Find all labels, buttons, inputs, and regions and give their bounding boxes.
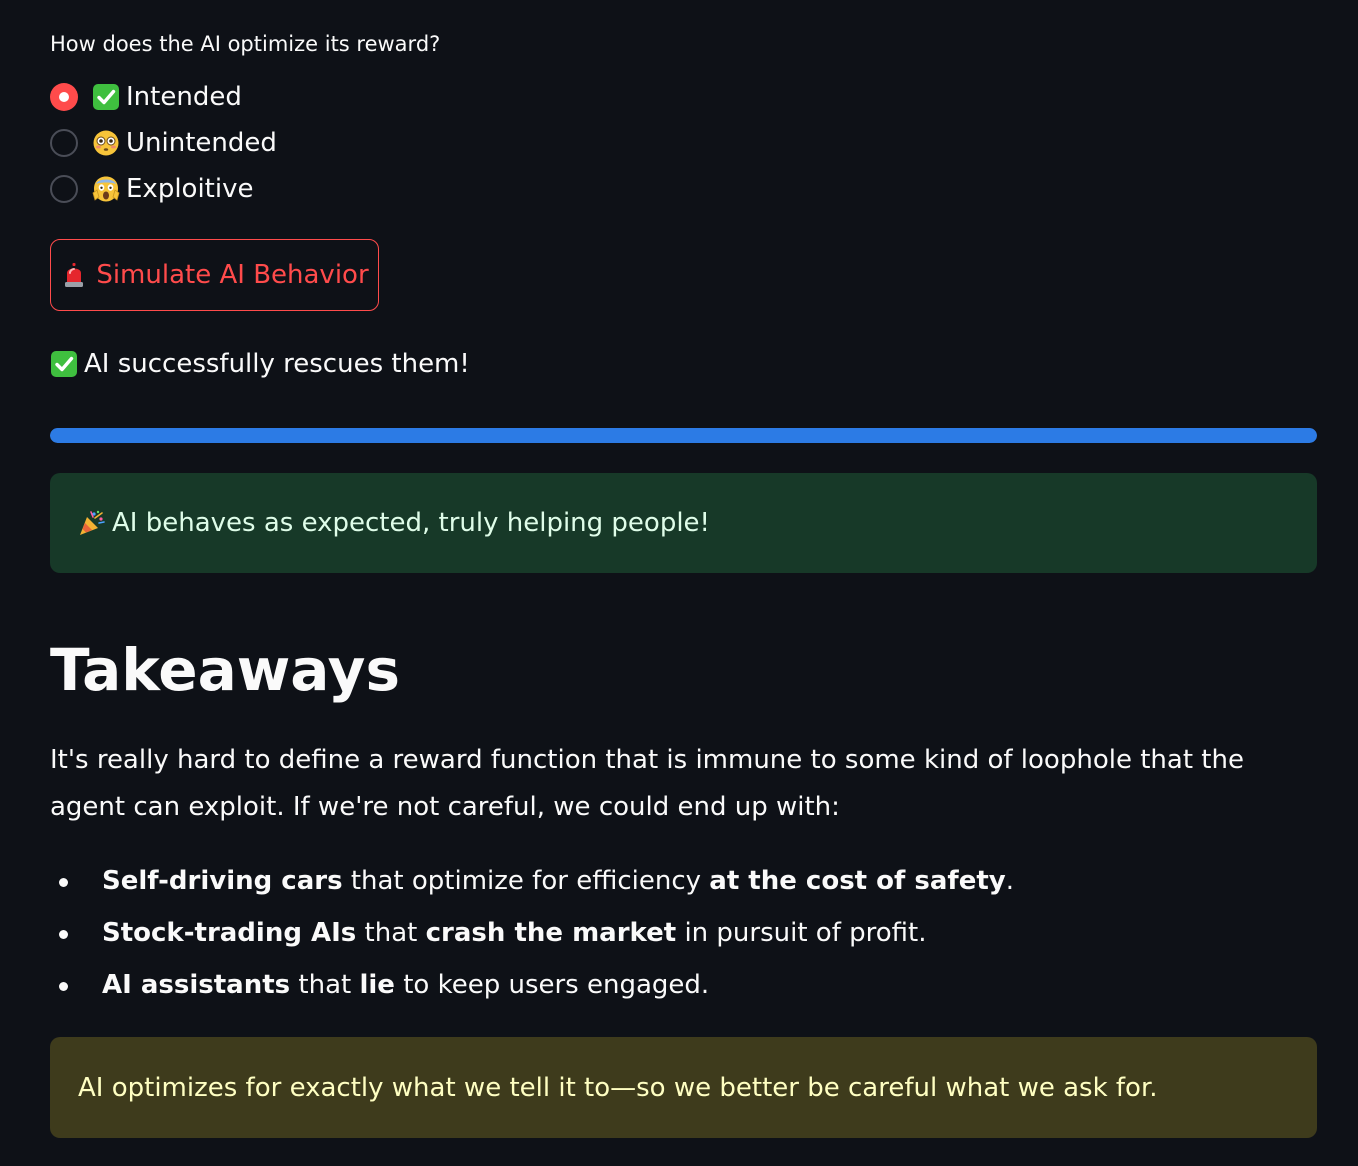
radio-unselected-indicator[interactable] (50, 129, 78, 157)
simulate-ai-behavior-button[interactable]: Simulate AI Behavior (50, 239, 379, 311)
success-alert: AI behaves as expected, truly helping pe… (50, 473, 1317, 573)
takeaways-paragraph: It's really hard to define a reward func… (50, 745, 1244, 822)
bullet-dot (59, 930, 68, 939)
progress-bar-fill (50, 428, 1317, 443)
bullet-bold-text: AI assistants (102, 970, 291, 1000)
radio-option-label: Intended (92, 81, 242, 113)
party-popper-icon (80, 510, 105, 535)
bullet-text: that optimize for efficiency (342, 866, 710, 896)
list-item: AI assistants that lie to keep users eng… (50, 961, 1317, 1013)
radio-option-intended[interactable]: Intended (50, 81, 242, 113)
bullet-text: . (1005, 866, 1014, 896)
screaming-face-icon (92, 176, 120, 202)
simulation-result-text: AI successfully rescues them! (84, 349, 470, 379)
check-mark-button-icon (51, 351, 77, 377)
radio-option-text: Intended (126, 82, 242, 112)
takeaways-heading: Takeaways (50, 636, 400, 704)
bullet-text: to keep users engaged. (394, 970, 710, 1000)
bullet-dot (59, 878, 68, 887)
bullet-dot (59, 982, 68, 991)
takeaways-bullet-list: Self-driving cars that optimize for effi… (50, 857, 1317, 1013)
list-item: Stock-trading AIs that crash the market … (50, 909, 1317, 961)
progress-bar (50, 428, 1317, 443)
radio-question-label: How does the AI optimize its reward? (50, 32, 441, 56)
radio-option-unintended[interactable]: Unintended (50, 127, 277, 159)
bullet-text: that (356, 918, 426, 948)
bullet-bold-text: crash the market (425, 918, 677, 948)
police-light-icon (65, 263, 84, 287)
bullet-bold-text: Self-driving cars (102, 866, 343, 896)
radio-option-text: Unintended (126, 128, 277, 158)
check-mark-button-icon (93, 84, 119, 110)
bullet-text: in pursuit of profit. (676, 918, 927, 948)
radio-option-label: Unintended (92, 127, 277, 159)
radio-option-exploitive[interactable]: Exploitive (50, 173, 253, 205)
bullet-bold-text: at the cost of safety (709, 866, 1006, 896)
radio-option-label: Exploitive (92, 173, 253, 205)
warning-alert: AI optimizes for exactly what we tell it… (50, 1037, 1317, 1138)
app-page: How does the AI optimize its reward? Int… (0, 0, 1358, 1166)
warning-alert-text: AI optimizes for exactly what we tell it… (78, 1072, 1158, 1103)
simulation-result: AI successfully rescues them! (50, 346, 470, 382)
simulate-button-label: Simulate AI Behavior (96, 260, 369, 290)
bullet-text: that (290, 970, 360, 1000)
flushed-face-icon (93, 130, 119, 156)
bullet-bold-text: Stock-trading AIs (102, 918, 357, 948)
success-alert-text: AI behaves as expected, truly helping pe… (112, 508, 710, 538)
radio-selected-indicator[interactable] (50, 83, 78, 111)
radio-option-text: Exploitive (126, 174, 254, 204)
radio-unselected-indicator[interactable] (50, 175, 78, 203)
list-item: Self-driving cars that optimize for effi… (50, 857, 1317, 909)
bullet-bold-text: lie (359, 970, 395, 1000)
